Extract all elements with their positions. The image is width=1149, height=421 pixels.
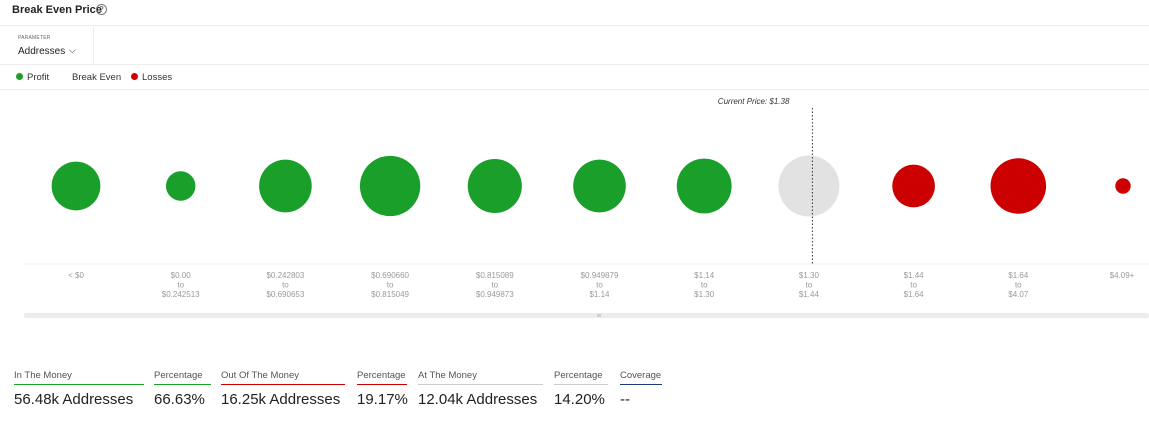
stat-underline (418, 384, 543, 385)
stat-in-the-money-percentage: Percentage 66.63% (154, 370, 211, 408)
stat-at-the-money: At The Money 12.04k Addresses (418, 370, 543, 408)
stat-in-the-money: In The Money 56.48k Addresses (14, 370, 144, 408)
bubble-losses[interactable] (1115, 178, 1131, 194)
legend-label-losses: Losses (142, 72, 173, 83)
bubble-profit[interactable] (676, 158, 732, 214)
parameter-value[interactable]: Addresses (18, 46, 65, 57)
x-tick-label: $0.690660 to $0.815049 (371, 271, 409, 299)
bubble-chart: < $0 $0.00 to $0.242513 $0.242803 to $0.690653… (24, 97, 1149, 299)
stat-value: 12.04k Addresses (418, 391, 538, 408)
header: Break Even Price ? (0, 0, 1149, 26)
parameter-select[interactable]: PARAMETER Addresses ⌵ (12, 27, 94, 65)
scrollbar-grip[interactable] (597, 314, 601, 317)
bubble-profit[interactable] (165, 171, 196, 201)
x-tick-label: $1.14 to $1.30 (694, 271, 715, 299)
stat-coverage: Coverage -- (620, 370, 662, 408)
stat-value: 56.48k Addresses (14, 391, 134, 408)
legend-item-losses[interactable]: Losses (131, 72, 172, 83)
chart-scrollbar[interactable] (24, 313, 1149, 318)
bubble-profit[interactable] (259, 159, 312, 213)
current-price-label: Current Price: $1.38 (718, 97, 790, 106)
divider (0, 64, 1149, 65)
question-circle-icon[interactable]: ? (96, 4, 107, 15)
stat-out-of-the-money: Out Of The Money 16.25k Addresses (221, 370, 345, 408)
bubble-profit[interactable] (359, 155, 421, 217)
x-tick-label: < $0 (68, 271, 84, 280)
stat-out-of-the-money-percentage: Percentage 19.17% (357, 370, 408, 408)
bubble-profit[interactable] (573, 159, 626, 213)
legend-label-profit: Profit (27, 72, 50, 83)
x-tick-label: $1.30 to $1.44 (799, 271, 820, 299)
stat-label: Percentage (554, 370, 603, 381)
stat-underline (554, 384, 608, 385)
stat-at-the-money-percentage: Percentage 14.20% (554, 370, 608, 408)
stat-label: At The Money (418, 370, 477, 381)
legend-dot-losses (131, 73, 138, 80)
stat-underline (154, 384, 211, 385)
stat-underline (221, 384, 345, 385)
page-title: Break Even Price (12, 4, 102, 16)
parameter-label: PARAMETER (18, 35, 51, 41)
legend-item-break-even[interactable]: Break Even (72, 72, 121, 83)
x-tick-label: $0.949879 to $1.14 (581, 271, 619, 299)
stat-underline (357, 384, 407, 385)
x-tick-label: $4.09+ (1110, 271, 1135, 280)
x-tick-label: $1.64 to $4.07 (1008, 271, 1029, 299)
x-tick-label: $0.242803 to $0.690653 (266, 271, 304, 299)
stat-underline (620, 384, 662, 385)
stat-value: -- (620, 391, 630, 408)
stat-underline (14, 384, 144, 385)
stat-label: Coverage (620, 370, 662, 381)
chevron-down-icon[interactable]: ⌵ (69, 45, 76, 56)
legend: Profit Break Even Losses (0, 66, 1149, 90)
bubble-losses[interactable] (990, 158, 1047, 214)
bubble-even[interactable] (778, 155, 840, 217)
stat-value: 19.17% (357, 391, 408, 408)
stat-label: In The Money (14, 370, 72, 381)
stat-value: 66.63% (154, 391, 205, 408)
bubble-losses[interactable] (892, 164, 935, 208)
legend-label-break-even: Break Even (72, 72, 122, 83)
stat-value: 14.20% (554, 391, 605, 408)
x-tick-label: $0.815089 to $0.949873 (476, 271, 514, 299)
stat-label: Percentage (357, 370, 406, 381)
stat-value: 16.25k Addresses (221, 391, 341, 408)
stat-label: Out Of The Money (221, 370, 299, 381)
stat-label: Percentage (154, 370, 203, 381)
x-tick-label: $1.44 to $1.64 (904, 271, 925, 299)
x-tick-label: $0.00 to $0.242513 (162, 271, 200, 299)
bubble-profit[interactable] (467, 158, 522, 214)
legend-dot-profit (16, 73, 23, 80)
bubble-profit[interactable] (51, 161, 101, 211)
legend-item-profit[interactable]: Profit (16, 72, 49, 83)
